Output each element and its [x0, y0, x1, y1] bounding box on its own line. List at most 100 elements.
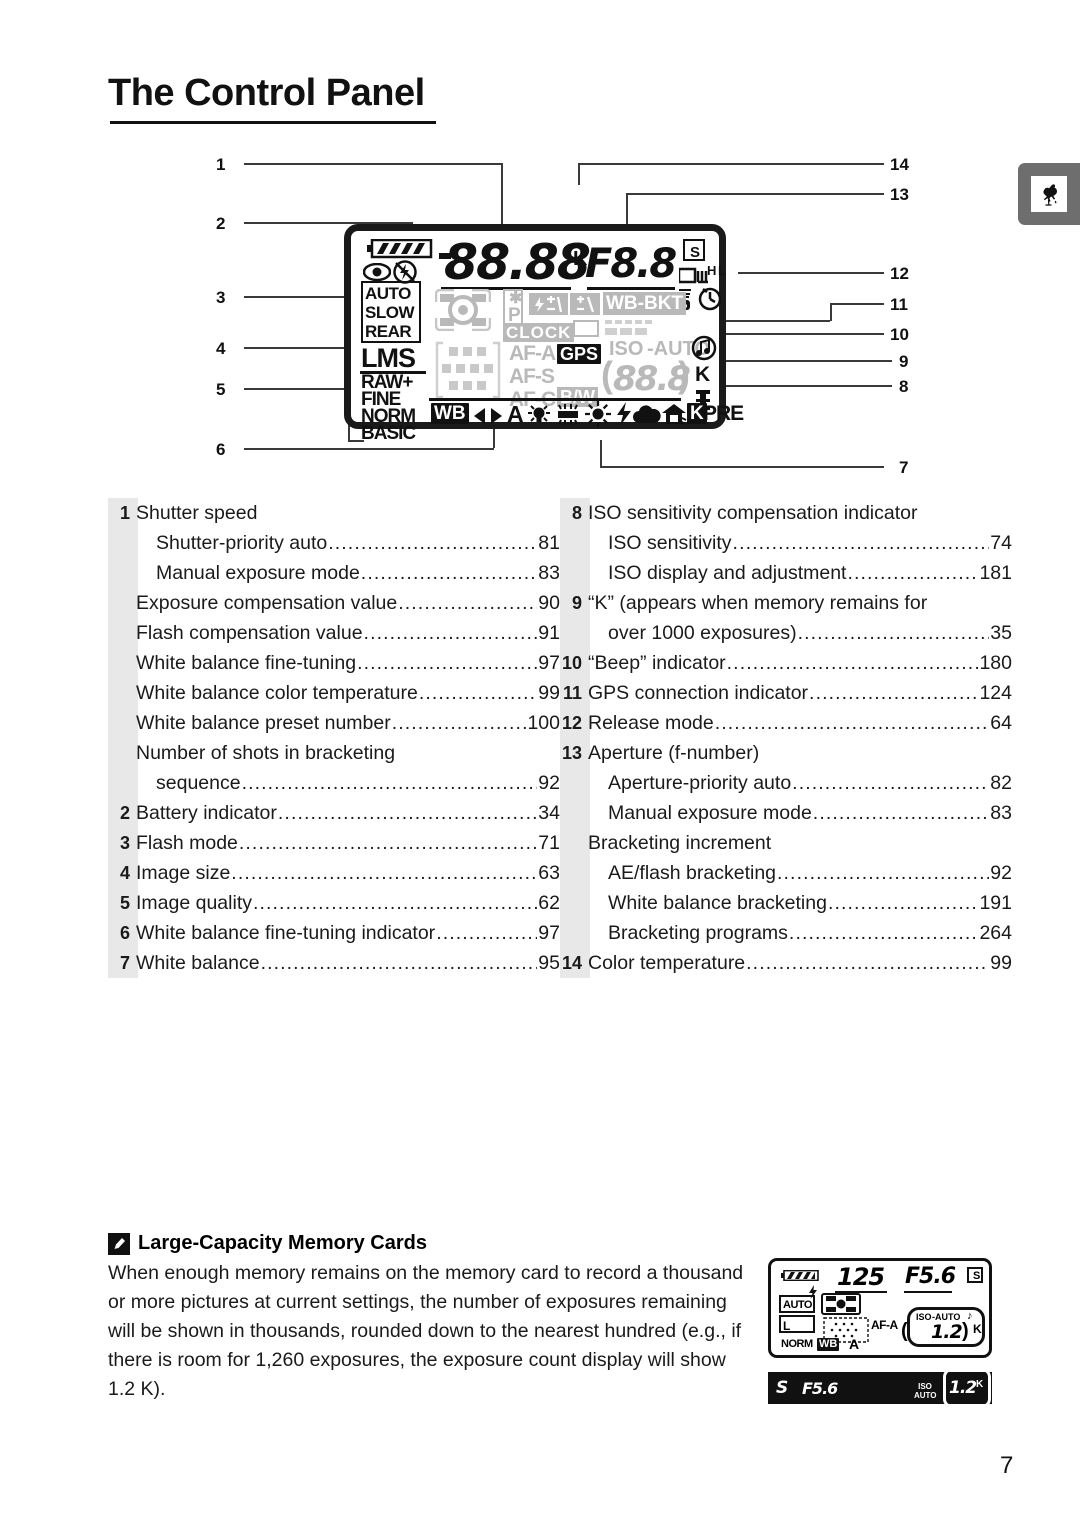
index-row-label: “K” (appears when memory remains for	[588, 592, 928, 614]
callout-11: 11	[890, 295, 908, 314]
index-row-page: 181	[979, 562, 1012, 584]
index-row: ISO display and adjustment..............…	[560, 558, 1012, 588]
sample-k-symbol: K	[973, 1322, 982, 1336]
sample-viewfinder-strip: S F5.6 ISO AUTO 1.2 K	[768, 1368, 992, 1408]
index-row-page: 64	[990, 712, 1012, 734]
callout-13: 13	[890, 185, 909, 204]
index-row: 9 “K” (appears when memory remains for	[560, 588, 1012, 618]
index-row-page: 95	[538, 952, 560, 974]
index-row-number: 12	[561, 713, 582, 733]
index-row-page: 91	[538, 622, 560, 644]
flash-mode-box: AUTO SLOW REAR	[361, 281, 421, 343]
callout-5: 5	[216, 380, 226, 399]
fine-tune-arrows-icon	[472, 407, 504, 430]
aperture-value: F8.8	[585, 241, 677, 287]
aperture-underline	[587, 287, 675, 290]
shade-icon	[661, 403, 687, 430]
index-row-page: 81	[538, 532, 560, 554]
index-row-label: White balance	[136, 952, 260, 974]
sample-image-size-label: L	[783, 1319, 791, 1333]
index-row-label: White balance preset number	[136, 712, 391, 734]
bracketing-box-icon	[573, 320, 599, 337]
callout-12: 12	[890, 264, 909, 283]
index-row-label: Release mode	[588, 712, 714, 734]
index-row-number: 13	[561, 743, 582, 763]
index-row: 4 Image size.............................…	[108, 858, 560, 888]
title-underline	[110, 121, 436, 124]
index-row-label: Manual exposure mode	[156, 562, 360, 584]
index-row: sequence................................…	[108, 768, 560, 798]
index-row-label: White balance fine-tuning indicator	[136, 922, 436, 944]
index-row: 6 White balance fine-tuning indicator....…	[108, 918, 560, 948]
fluorescent-icon	[555, 403, 581, 432]
index-row-label: Shutter-priority auto	[156, 532, 328, 554]
index-row-leader-dots: ........................................…	[726, 652, 979, 674]
lead-line-6	[244, 448, 494, 450]
sample-exposures-bracket-right: )	[962, 1320, 969, 1342]
index-row-page: 99	[538, 682, 560, 704]
sample-image-size-box: L	[779, 1315, 815, 1333]
flash-compensation-icon	[529, 293, 568, 315]
index-row-leader-dots: ........................................…	[746, 952, 989, 974]
sample-metering-icon	[821, 1293, 861, 1315]
index-row: Bracketing increment	[560, 828, 1012, 858]
index-row-label: ISO sensitivity	[608, 532, 732, 554]
callout-1: 1	[216, 155, 226, 174]
index-row-leader-dots: ........................................…	[827, 892, 978, 914]
sample-displays: 125 F5.6 S AUTO L NORM AF-A WB A ISO -AU…	[768, 1258, 992, 1408]
index-row-leader-dots: ........................................…	[788, 922, 979, 944]
index-row-leader-dots: ........................................…	[418, 682, 537, 704]
index-column-right: 8 ISO sensitivity compensation indicator I…	[560, 498, 1012, 978]
index-row-page: 124	[979, 682, 1012, 704]
pencil-icon	[108, 1232, 130, 1255]
lead-line-10	[712, 333, 884, 335]
index-row-number: 2	[119, 803, 130, 823]
viewfinder-iso-auto: ISO AUTO	[914, 1382, 937, 1400]
lead-line-11	[830, 303, 884, 305]
index-row-label: sequence	[156, 772, 241, 794]
sample-aperture-underline	[904, 1291, 952, 1293]
self-timer-icon	[697, 285, 723, 316]
index-row-label: Exposure compensation value	[136, 592, 398, 614]
index-row: 1 Shutter speed	[108, 498, 560, 528]
index-row-page: 34	[538, 802, 560, 824]
index-row-label: Manual exposure mode	[608, 802, 812, 824]
lead-line-14-vert	[578, 163, 580, 185]
index-row-number: 7	[119, 953, 130, 973]
index-row-leader-dots: ........................................…	[398, 592, 538, 614]
index-row-number: 14	[561, 953, 582, 973]
index-row-label: White balance color temperature	[136, 682, 418, 704]
index-row-label: Shutter speed	[136, 502, 258, 524]
lead-line-12	[738, 272, 884, 274]
index-row-page: 71	[538, 832, 560, 854]
index-row-page: 90	[538, 592, 560, 614]
index-row-number: 3	[119, 833, 130, 853]
image-size-lms: LMS	[361, 343, 416, 373]
index-row: Shutter-priority auto...................…	[108, 528, 560, 558]
index-row-page: 83	[538, 562, 560, 584]
viewfinder-release-mode: S	[776, 1378, 788, 1398]
index-row: 12 Release mode..........................…	[560, 708, 1012, 738]
lead-line-11-vert	[830, 303, 832, 321]
index-row-leader-dots: ........................................…	[360, 562, 538, 584]
index-row-number: 1	[119, 503, 130, 523]
index-row-page: 92	[538, 772, 560, 794]
wb-row-divider	[429, 398, 681, 401]
sample-flash-mode-box: AUTO	[779, 1295, 815, 1313]
shutter-speed-value: 88.88	[444, 234, 591, 291]
release-mode-single: S	[683, 239, 705, 261]
af-mode-a: AF-A	[509, 342, 556, 365]
iso-bracket-right: )	[678, 354, 690, 395]
index-row-page: 62	[538, 892, 560, 914]
lcd-control-panel: 88.88 K F8.8 S H L AUTO SLOW REAR LMS RA…	[344, 224, 744, 443]
release-s-label: S	[690, 244, 701, 261]
index-row: 7 White balance..........................…	[108, 948, 560, 978]
wb-pre-label: PRE	[703, 402, 744, 425]
index-row-leader-dots: ........................................…	[436, 922, 537, 944]
matrix-metering-icon	[434, 288, 492, 336]
index-row: over 1000 exposures)....................…	[560, 618, 1012, 648]
sample-aperture: F5.6	[905, 1264, 956, 1289]
index-row-label: Bracketing increment	[588, 832, 772, 854]
lead-line-8	[712, 385, 892, 387]
index-row-page: 97	[538, 652, 560, 674]
